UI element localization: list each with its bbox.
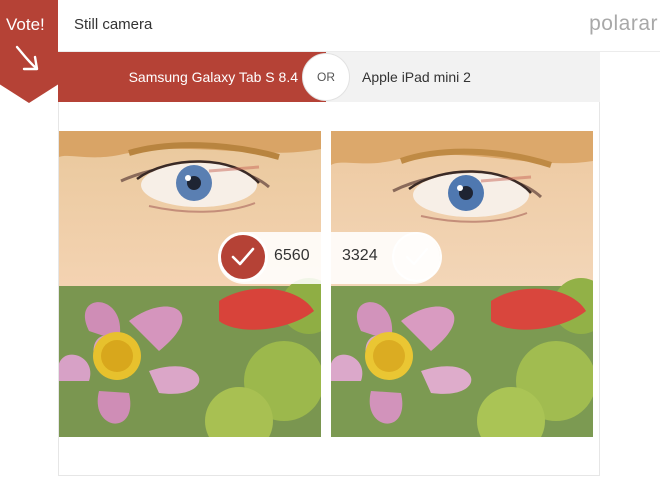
check-icon xyxy=(405,247,429,266)
check-icon xyxy=(231,247,255,266)
vote-ribbon: Vote! xyxy=(0,0,58,103)
vote-count-right: 3324 xyxy=(342,247,378,264)
header: Still camera polarar xyxy=(58,0,660,52)
device-a-option[interactable]: Samsung Galaxy Tab S 8.4 xyxy=(58,52,326,102)
or-separator: OR xyxy=(302,53,350,101)
vote-label: Vote! xyxy=(6,15,45,34)
vote-check-left[interactable] xyxy=(218,232,268,282)
device-b-option[interactable]: Apple iPad mini 2 xyxy=(362,52,471,102)
comparison-bar: Samsung Galaxy Tab S 8.4 OR Apple iPad m… xyxy=(58,52,600,102)
vote-results: 6560 3324 xyxy=(218,232,442,284)
brand-logo[interactable]: polarar xyxy=(589,12,658,36)
page-title: Still camera xyxy=(74,16,153,33)
photo-sample-a[interactable] xyxy=(59,131,321,437)
vote-check-right[interactable] xyxy=(392,232,442,282)
photo-sample-b[interactable] xyxy=(331,131,593,437)
arrow-down-right-icon xyxy=(15,45,39,71)
vote-count-left: 6560 xyxy=(274,247,310,264)
